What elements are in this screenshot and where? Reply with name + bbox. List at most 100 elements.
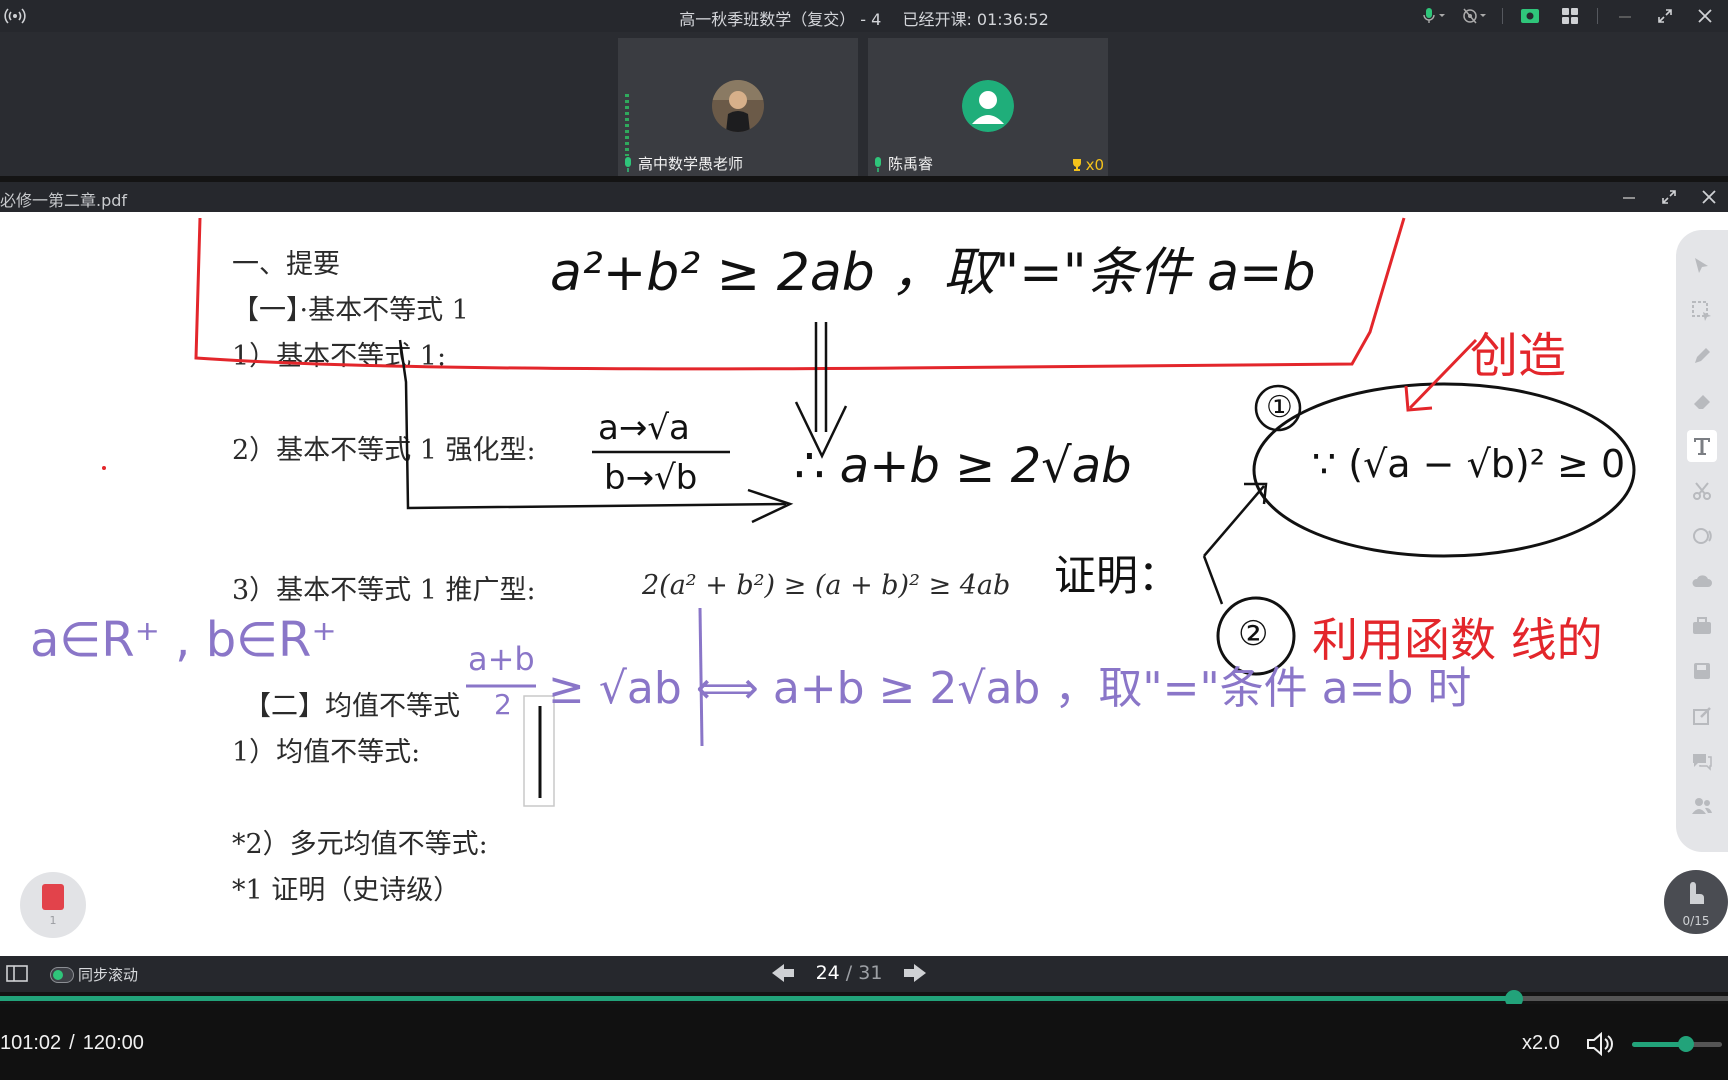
sync-scroll-toggle[interactable]: 同步滚动 [50,964,138,985]
annotation-proof-one: ∵ (√a − √b)² ≥ 0 [1312,442,1626,486]
class-name: 高一秋季班数学（复交） - 4 [679,10,882,29]
volume-knob[interactable] [1678,1036,1694,1052]
avatar [712,80,764,132]
close-button[interactable] [1692,5,1718,27]
ink-dot [102,466,106,470]
pdf-badge-page: 1 [49,914,57,927]
next-page-button[interactable] [900,960,930,986]
eraser-tool[interactable] [1687,385,1717,417]
total-time: 120:00 [82,1032,144,1054]
prev-arrow-icon [772,964,794,982]
microphone-icon [1423,8,1445,23]
playback-progress-bar[interactable] [0,990,1728,1008]
doc-minimize-button[interactable] [1618,186,1640,208]
cloud-icon [1692,575,1712,587]
annotation-subst-top: a→√a [598,408,690,448]
scissors-icon [1693,482,1711,500]
branch-arrow [1202,555,1224,605]
microphone-icon [625,157,631,172]
shape-tool[interactable] [1687,520,1717,552]
record-button[interactable] [1517,5,1543,27]
fullscreen-button[interactable] [1652,5,1678,27]
document-page[interactable]: 一、提要 【一】·基本不等式 1 1）基本不等式 1: 2）基本不等式 1 强化… [0,212,1728,956]
class-timer: 已经开课: 01:36:52 [902,10,1049,29]
raise-hand-button[interactable]: 0/15 [1664,870,1728,934]
sidebar-toggle-icon[interactable] [6,965,28,982]
avatar [962,80,1014,132]
text-icon [1694,438,1710,455]
annotation-ink-layer [102,217,1636,807]
toolbar-divider [1502,8,1503,24]
prev-page-button[interactable] [768,960,798,986]
minimize-button[interactable] [1612,5,1638,27]
minimize-icon [1623,197,1635,199]
annotation-mean-denominator: 2 [494,688,512,721]
scissors-tool[interactable] [1687,475,1717,507]
pointer-tool[interactable] [1687,250,1717,282]
annotation-create: 创造 [1470,328,1567,384]
annotation-proof-one-num: ① [1266,390,1293,425]
users-tool[interactable] [1687,790,1717,822]
page-indicator: 24 / 31 [815,962,883,984]
toolbox-tool[interactable] [1687,610,1717,642]
participant-tile-student[interactable]: 陈禹睿 x0 [868,38,1108,176]
pen-icon [1695,348,1710,363]
grid-icon [1562,8,1578,24]
shape-icon [1693,528,1712,544]
doc-maximize-button[interactable] [1658,186,1680,208]
volume-icon[interactable] [1586,1032,1614,1056]
save-tool[interactable] [1687,655,1717,687]
arrowhead [747,488,794,524]
page-navigation-bar: 同步滚动 24 / 31 [0,956,1728,992]
current-time: 101:02 [0,1032,62,1054]
document-window-header: 必修一第二章.pdf [0,182,1728,212]
connector-line [398,339,787,510]
camera-toggle-button[interactable] [1462,5,1488,27]
expand-icon [1658,9,1672,23]
window-titlebar: 高一秋季班数学（复交） - 4 已经开课: 01:36:52 [0,0,1728,32]
annotation-top-formula: a²+b² ≥ 2ab ，取"="条件 a=b [550,243,1316,303]
close-icon [1702,190,1716,204]
pointer-icon [1695,258,1708,273]
raise-hand-icon [1690,882,1704,904]
sync-scroll-label: 同步滚动 [78,966,139,984]
eraser-icon [1694,395,1710,409]
playback-speed-button[interactable]: x2.0 [1522,1032,1560,1055]
pdf-page-badge[interactable]: 1 [20,872,86,938]
layout-button[interactable] [1557,5,1583,27]
audio-level-meter [625,94,629,156]
trophy-count-value: x0 [1085,156,1104,174]
volume-slider[interactable] [1632,1036,1722,1052]
annotation-subst-bottom: b→√b [604,458,698,498]
raise-hand-count: 0/15 [1682,914,1710,928]
text-tool[interactable] [1687,430,1717,462]
annotation-proof-two-num: ② [1238,614,1269,654]
expand-icon [1662,190,1676,204]
pdf-file-icon [42,884,64,910]
chat-icon [1693,754,1712,771]
microphone-icon [875,157,881,172]
minimize-icon [1619,16,1631,18]
chat-tool[interactable] [1687,745,1717,777]
video-player-controls: 101:02/120:00 x2.0 [0,1004,1728,1080]
progress-fill [0,996,1514,1001]
participant-tile-teacher[interactable]: 高中数学愚老师 [618,38,858,176]
annotation-mean-numerator: a+b [468,640,535,678]
double-down-arrow [794,322,848,459]
doc-close-button[interactable] [1698,186,1720,208]
participant-name: 陈禹睿 [888,155,934,173]
cloud-tool[interactable] [1687,565,1717,597]
microphone-toggle-button[interactable] [1422,5,1448,27]
branch-arrow [1203,485,1265,557]
edit-icon [1693,707,1711,725]
toolbox-icon [1693,617,1711,634]
select-icon [1692,301,1711,321]
pen-tool[interactable] [1687,340,1717,372]
select-tool[interactable] [1687,295,1717,327]
next-arrow-icon [904,964,926,982]
current-page: 24 [815,962,840,984]
video-participants-strip: 高中数学愚老师 陈禹睿 x0 [0,32,1728,176]
sync-scroll-switch[interactable] [50,966,74,983]
edit-tool[interactable] [1687,700,1717,732]
camera-off-icon [1463,8,1486,24]
